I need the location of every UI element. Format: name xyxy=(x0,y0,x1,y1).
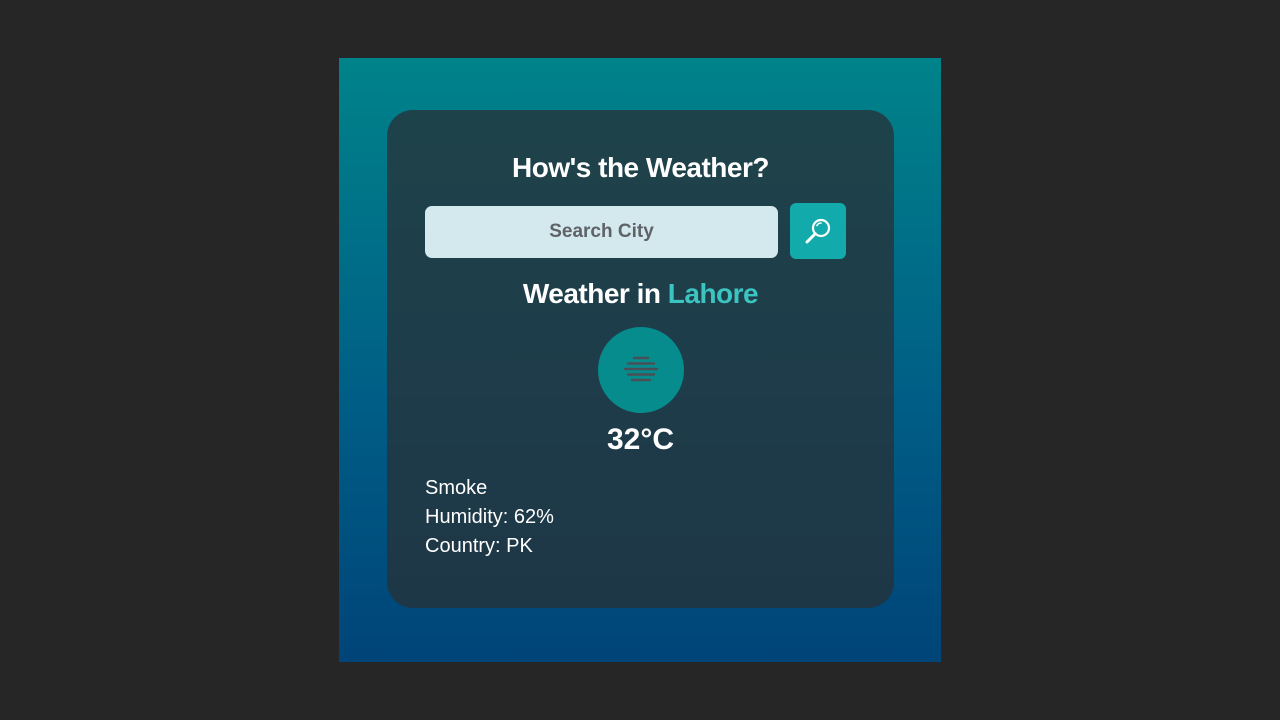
location-prefix: Weather in xyxy=(522,278,661,309)
country: Country: PK xyxy=(425,535,533,557)
weather-icon-container xyxy=(598,327,684,413)
search-icon xyxy=(805,218,831,244)
search-button[interactable] xyxy=(790,203,846,259)
search-bar xyxy=(425,203,846,259)
search-input[interactable] xyxy=(425,206,778,258)
smoke-haze-icon xyxy=(623,356,659,382)
weather-details: Smoke Humidity: 62% Country: PK xyxy=(425,474,554,561)
location-heading: Weather in Lahore xyxy=(387,278,894,310)
temperature: 32°C xyxy=(606,423,675,456)
condition-description: Smoke xyxy=(425,477,488,499)
humidity: Humidity: 62% xyxy=(425,506,554,528)
weather-card: How's the Weather? Weather in Lahore xyxy=(387,110,894,608)
city-name: Lahore xyxy=(667,278,759,309)
page-title: How's the Weather? xyxy=(512,152,769,183)
app-background: How's the Weather? Weather in Lahore xyxy=(339,58,941,662)
